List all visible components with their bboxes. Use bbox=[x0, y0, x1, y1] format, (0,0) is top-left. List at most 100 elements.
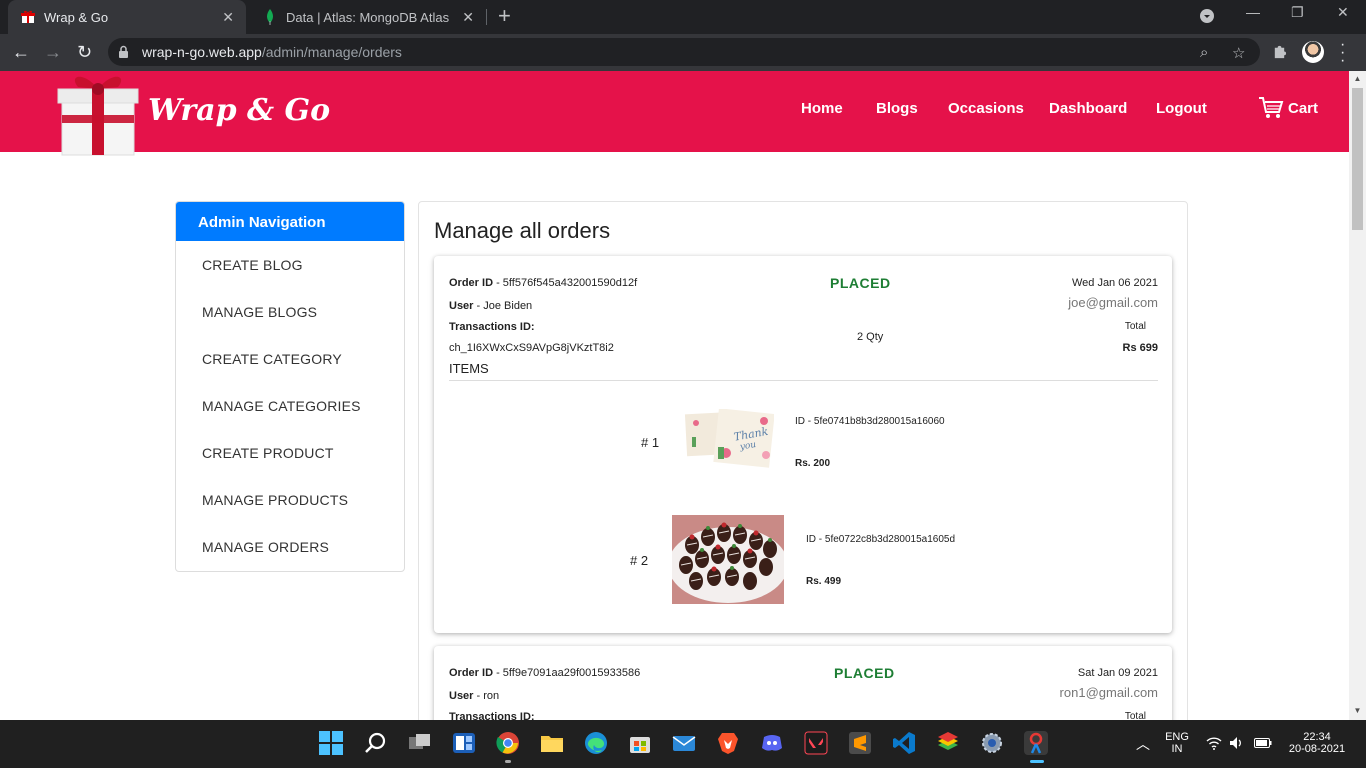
battery-icon[interactable] bbox=[1254, 738, 1272, 751]
nav-home[interactable]: Home bbox=[801, 100, 843, 117]
restore-icon[interactable]: ❐ bbox=[1291, 4, 1304, 21]
forward-icon[interactable]: → bbox=[44, 42, 62, 62]
sidebar-item-manage-orders[interactable]: MANAGE ORDERS bbox=[176, 523, 404, 570]
reload-icon[interactable]: ↻ bbox=[77, 42, 92, 62]
chrome-icon[interactable] bbox=[496, 731, 520, 755]
scroll-up-icon[interactable]: ▲ bbox=[1352, 74, 1363, 86]
browser-menu-icon[interactable]: · · · bbox=[1340, 37, 1345, 69]
cart-label: Cart bbox=[1288, 99, 1319, 117]
zoom-search-icon[interactable]: ⌕ bbox=[1200, 44, 1208, 61]
gift-logo-icon[interactable] bbox=[54, 71, 140, 157]
nav-dashboard[interactable]: Dashboard bbox=[1049, 100, 1127, 117]
transaction-label: Transactions ID: bbox=[449, 321, 535, 333]
total-value: Rs 699 bbox=[1122, 342, 1158, 354]
edge-icon[interactable] bbox=[584, 731, 608, 755]
chocolate-strawberries-image bbox=[668, 515, 788, 604]
cart-link[interactable]: Cart bbox=[1258, 96, 1318, 120]
tab-wrap-and-go[interactable]: Wrap & Go ✕ bbox=[8, 0, 246, 34]
item-price: Rs. 200 bbox=[795, 458, 831, 469]
search-icon[interactable] bbox=[364, 731, 388, 755]
nav-blogs[interactable]: Blogs bbox=[876, 100, 918, 117]
order-id: Order ID - 5ff576f545a432001590d12f bbox=[449, 277, 638, 289]
status-badge: PLACED bbox=[830, 275, 891, 291]
scroll-thumb[interactable] bbox=[1352, 88, 1363, 230]
close-window-icon[interactable]: ✕ bbox=[1337, 4, 1349, 21]
transaction-id: ch_1I6XWxCxS9AVpG8jVKztT8i2 bbox=[449, 342, 614, 354]
mongodb-leaf-icon bbox=[262, 9, 278, 25]
tab-mongodb-atlas[interactable]: Data | Atlas: MongoDB Atlas ✕ bbox=[250, 0, 486, 34]
close-tab-icon[interactable]: ✕ bbox=[462, 9, 474, 26]
lock-icon bbox=[118, 45, 130, 59]
microsoft-store-icon[interactable] bbox=[628, 731, 652, 755]
back-icon[interactable]: ← bbox=[12, 42, 30, 62]
order-quantity: 2 Qty bbox=[857, 331, 884, 343]
items-divider bbox=[449, 380, 1158, 381]
language-indicator[interactable]: ENG IN bbox=[1164, 731, 1190, 755]
item-number: # 2 bbox=[630, 553, 649, 568]
url-host: wrap-n-go.web.app bbox=[142, 44, 262, 60]
running-indicator bbox=[505, 760, 511, 763]
mail-icon[interactable] bbox=[672, 731, 696, 755]
file-explorer-icon[interactable] bbox=[540, 731, 564, 755]
item-price: Rs. 499 bbox=[806, 576, 842, 587]
clock-date: 20-08-2021 bbox=[1288, 743, 1346, 755]
sidebar-item-create-category[interactable]: CREATE CATEGORY bbox=[176, 335, 404, 382]
gift-favicon-icon bbox=[20, 9, 36, 25]
vscode-icon[interactable] bbox=[892, 731, 916, 755]
bluestacks-icon[interactable] bbox=[936, 731, 960, 755]
brand-logo-text[interactable]: Wrap & Go bbox=[148, 93, 330, 128]
brave-icon[interactable] bbox=[716, 731, 740, 755]
sublime-text-icon[interactable] bbox=[848, 731, 872, 755]
extensions-puzzle-icon[interactable] bbox=[1272, 44, 1287, 63]
active-app-indicator bbox=[1030, 760, 1044, 763]
close-tab-icon[interactable]: ✕ bbox=[222, 9, 234, 26]
nav-occasions[interactable]: Occasions bbox=[948, 100, 1024, 117]
sidebar-item-create-blog[interactable]: CREATE BLOG bbox=[176, 241, 404, 288]
browser-toolbar: ← → ↻ wrap-n-go.web.app/admin/manage/ord… bbox=[0, 34, 1366, 71]
address-bar[interactable]: wrap-n-go.web.app/admin/manage/orders bbox=[108, 38, 1260, 66]
site-header: Wrap & Go Home Blogs Occasions Dashboard… bbox=[0, 71, 1349, 156]
snipping-tool-icon[interactable] bbox=[1024, 731, 1048, 755]
item-id: ID - 5fe0722c8b3d280015a1605d bbox=[806, 534, 956, 545]
item-number: # 1 bbox=[641, 435, 660, 450]
status-badge: PLACED bbox=[834, 665, 895, 681]
task-view-icon[interactable] bbox=[408, 731, 432, 755]
region-code: IN bbox=[1171, 743, 1183, 755]
sidebar-item-manage-categories[interactable]: MANAGE CATEGORIES bbox=[176, 382, 404, 429]
admin-navigation-heading: Admin Navigation bbox=[176, 202, 404, 241]
tab-separator bbox=[486, 9, 487, 25]
url-path: /admin/manage/orders bbox=[261, 44, 402, 60]
manage-orders-panel: Manage all orders Order ID - 5ff576f545a… bbox=[418, 201, 1188, 766]
settings-gear-icon[interactable] bbox=[980, 731, 1004, 755]
order-id: Order ID - 5ff9e7091aa29f0015933586 bbox=[449, 667, 641, 679]
item-id: ID - 5fe0741b8b3d280015a16060 bbox=[795, 416, 945, 427]
discord-icon[interactable] bbox=[760, 731, 784, 755]
widgets-icon[interactable] bbox=[452, 731, 476, 755]
show-hidden-icons-chevron-icon[interactable]: ︿ bbox=[1136, 734, 1150, 754]
volume-icon[interactable] bbox=[1229, 736, 1245, 753]
minimize-icon[interactable]: — bbox=[1246, 4, 1260, 20]
scroll-down-icon[interactable]: ▼ bbox=[1352, 706, 1363, 718]
bookmark-star-icon[interactable]: ☆ bbox=[1232, 44, 1245, 62]
profile-avatar[interactable] bbox=[1302, 41, 1324, 63]
profile-dropdown-icon[interactable] bbox=[1199, 8, 1215, 27]
valorant-icon[interactable] bbox=[804, 731, 828, 755]
order-email: ron1@gmail.com bbox=[1059, 685, 1158, 700]
total-label: Total bbox=[1124, 321, 1146, 332]
new-tab-icon[interactable]: + bbox=[498, 5, 511, 27]
order-email: joe@gmail.com bbox=[1068, 295, 1158, 310]
items-label: ITEMS bbox=[449, 361, 489, 376]
sidebar-item-manage-blogs[interactable]: MANAGE BLOGS bbox=[176, 288, 404, 335]
windows-start-icon[interactable] bbox=[319, 731, 343, 755]
wifi-icon[interactable] bbox=[1206, 736, 1222, 753]
cart-icon bbox=[1259, 97, 1284, 118]
tab-title: Data | Atlas: MongoDB Atlas bbox=[286, 9, 450, 25]
clock-time: 22:34 bbox=[1303, 731, 1331, 743]
admin-sidebar: Admin Navigation CREATE BLOG MANAGE BLOG… bbox=[175, 201, 405, 572]
nav-logout[interactable]: Logout bbox=[1156, 100, 1207, 117]
order-user: User - ron bbox=[449, 690, 500, 702]
sidebar-item-manage-products[interactable]: MANAGE PRODUCTS bbox=[176, 476, 404, 523]
sidebar-item-create-product[interactable]: CREATE PRODUCT bbox=[176, 429, 404, 476]
order-date: Wed Jan 06 2021 bbox=[1071, 277, 1158, 289]
clock[interactable]: 22:34 20-08-2021 bbox=[1284, 731, 1350, 755]
